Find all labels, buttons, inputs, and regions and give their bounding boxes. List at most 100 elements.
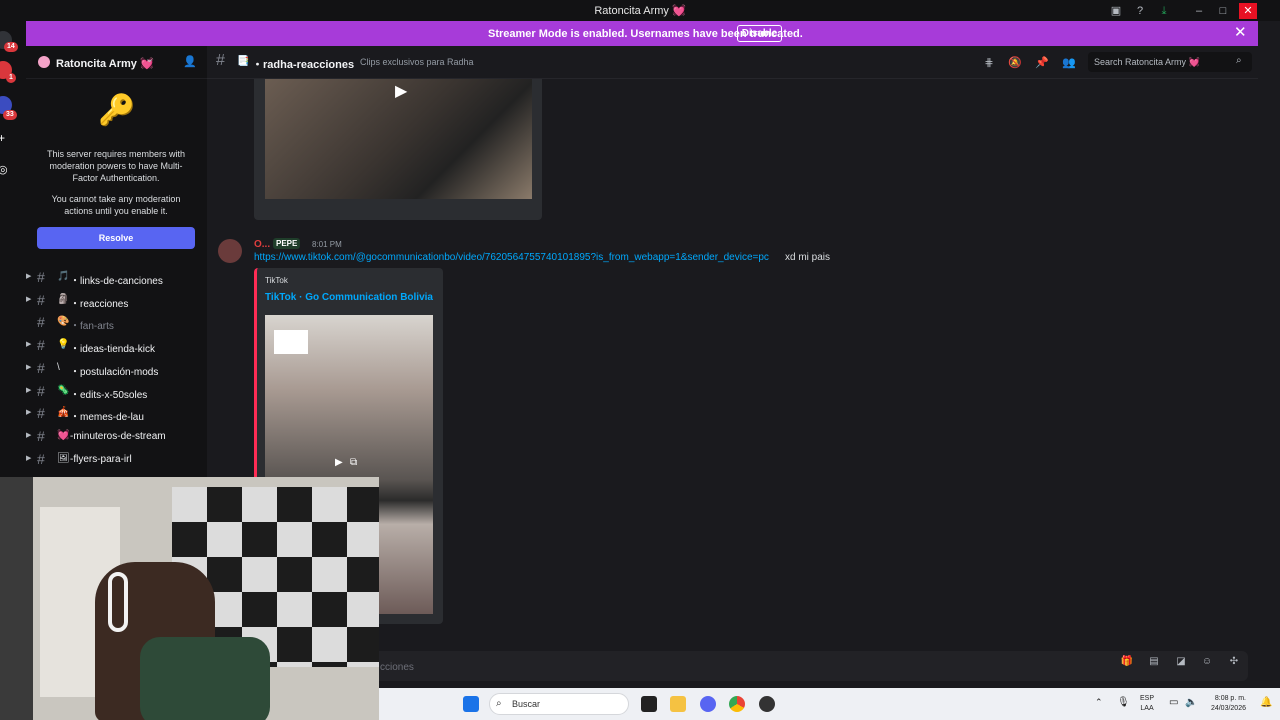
embed-provider: TikTok bbox=[265, 276, 288, 285]
chevron-down-icon[interactable]: ⌄ bbox=[145, 52, 154, 65]
message-input-placeholder: cciones bbox=[380, 662, 414, 673]
play-icon[interactable]: ▶ bbox=[395, 81, 407, 101]
channel-item[interactable]: ▶ # 💡 ・ideas-tienda-kick bbox=[26, 335, 207, 357]
channel-item[interactable]: ▶ # 🗿 ・reacciones bbox=[26, 290, 207, 312]
channel-label: ・edits-x-50soles bbox=[70, 389, 148, 401]
channel-emoji-icon: 🎪 bbox=[57, 407, 70, 419]
channel-emoji-icon: 💓 bbox=[57, 429, 70, 441]
window-title: Ratoncita Army 💓 bbox=[594, 5, 686, 17]
channel-emoji-icon: 💡 bbox=[57, 339, 70, 351]
channel-label: ・ideas-tienda-kick bbox=[70, 344, 156, 356]
expand-arrow-icon[interactable]: ▶ bbox=[26, 386, 31, 394]
window-titlebar: Ratoncita Army 💓 ▣ ? ⤓ – □ ✕ bbox=[0, 0, 1280, 21]
invite-people-icon[interactable]: 👤 bbox=[183, 55, 197, 68]
play-icon[interactable]: ▶ bbox=[335, 457, 343, 468]
hash-icon: # bbox=[37, 405, 45, 422]
taskbar-clock[interactable]: 8:08 p. m. 24/03/2026 bbox=[1206, 694, 1246, 714]
channel-emoji-icon: 🦠 bbox=[57, 384, 70, 396]
avatar[interactable] bbox=[218, 239, 242, 263]
disable-button[interactable]: Disable bbox=[737, 25, 782, 42]
brand-logo bbox=[274, 330, 308, 354]
microphone-icon[interactable]: 🎙 bbox=[1117, 697, 1130, 708]
expand-arrow-icon[interactable]: ▶ bbox=[26, 431, 31, 439]
message-author[interactable]: O... bbox=[254, 239, 270, 250]
close-window-icon[interactable]: ✕ bbox=[1239, 3, 1257, 19]
embed-title[interactable]: TikTok · Go Communication Bolivia bbox=[265, 292, 433, 303]
input-language[interactable]: ESP LAA bbox=[1140, 694, 1154, 714]
search-icon: ⌕ bbox=[496, 698, 502, 709]
key-icon: 🔑 bbox=[98, 94, 136, 127]
unread-badge: 1 bbox=[6, 73, 16, 83]
obs-icon[interactable] bbox=[759, 696, 775, 712]
server-header[interactable]: Ratoncita Army 💓 ⌄ 👤 bbox=[26, 46, 207, 79]
threads-icon[interactable]: ⋕ bbox=[981, 55, 997, 71]
minimize-icon[interactable]: – bbox=[1191, 3, 1207, 19]
explore-icon[interactable]: ◎ bbox=[0, 163, 8, 176]
windows-taskbar: ⌕ Buscar ⌃ 🎙 ESP LAA ▭ 🔈 8:08 p. m. 24/03/… bbox=[379, 688, 1280, 720]
discord-icon[interactable] bbox=[700, 696, 716, 712]
hash-icon: # bbox=[37, 450, 45, 467]
expand-arrow-icon[interactable]: ▶ bbox=[26, 363, 31, 371]
apps-icon[interactable]: ✣ bbox=[1227, 655, 1241, 669]
notification-bell-icon[interactable]: 🔕 bbox=[1007, 55, 1023, 71]
emoji-icon[interactable]: ☺ bbox=[1200, 655, 1214, 669]
channel-item[interactable]: ▶ # 🦠 ・edits-x-50soles bbox=[26, 381, 207, 403]
message-link[interactable]: https://www.tiktok.com/@gocommunicationb… bbox=[254, 252, 769, 263]
hash-icon: # bbox=[37, 382, 45, 399]
previous-video-embed: ▶ bbox=[254, 79, 542, 220]
resolve-button[interactable]: Resolve bbox=[37, 227, 195, 249]
message-time: 8:01 PM bbox=[312, 240, 342, 249]
role-tag: PEPE bbox=[273, 238, 301, 249]
webcam-edge bbox=[0, 477, 33, 720]
channel-topic[interactable]: Clips exclusivos para Radha bbox=[360, 57, 474, 67]
role-tag-label: PEPE bbox=[276, 239, 298, 248]
gif-icon[interactable]: ▤ bbox=[1147, 655, 1161, 669]
channel-emoji-icon: 🖼 bbox=[57, 452, 70, 464]
task-view-icon[interactable] bbox=[641, 696, 657, 712]
banner-close-icon[interactable]: ✕ bbox=[1234, 25, 1247, 41]
hash-icon: # bbox=[37, 427, 45, 444]
lang-line-1: ESP bbox=[1140, 695, 1155, 702]
expand-arrow-icon[interactable]: ▶ bbox=[26, 295, 31, 303]
channel-item[interactable]: # 🎨 ・fan-arts bbox=[26, 312, 207, 334]
mfa-subtext: You cannot take any moderation actions u… bbox=[51, 194, 181, 216]
server-avatar bbox=[38, 56, 50, 68]
message-text: xd mi pais bbox=[785, 252, 831, 263]
open-external-icon[interactable]: ⧉ bbox=[350, 457, 357, 468]
channel-item[interactable]: ▶ # 🎪 ・memes-de-lau bbox=[26, 403, 207, 425]
taskbar-search[interactable]: ⌕ Buscar bbox=[489, 693, 629, 715]
channel-item[interactable]: ▶ # 🎵 ・links-de-canciones bbox=[26, 267, 207, 289]
tray-chevron-icon[interactable]: ⌃ bbox=[1095, 697, 1103, 708]
volume-icon[interactable]: 🔈 bbox=[1185, 697, 1197, 708]
add-server-icon[interactable]: + bbox=[0, 131, 5, 145]
sticker-icon[interactable]: ◪ bbox=[1174, 655, 1188, 669]
search-icon: ⌕ bbox=[1236, 55, 1242, 66]
search-input[interactable]: Search Ratoncita Army 💓 ⌕ bbox=[1088, 52, 1252, 72]
network-icon[interactable]: ▭ bbox=[1169, 697, 1178, 708]
expand-arrow-icon[interactable]: ▶ bbox=[26, 272, 31, 280]
channel-item[interactable]: ▶ # 🖼 -flyers-para-irl bbox=[26, 449, 207, 471]
member-list-icon[interactable]: 👥 bbox=[1061, 55, 1077, 71]
expand-arrow-icon[interactable]: ▶ bbox=[26, 454, 31, 462]
gift-icon[interactable]: 🎁 bbox=[1120, 655, 1134, 669]
download-icon[interactable]: ⤓ bbox=[1156, 3, 1172, 19]
chrome-icon[interactable] bbox=[729, 696, 745, 712]
search-placeholder: Search Ratoncita Army 💓 bbox=[1094, 57, 1200, 67]
file-explorer-icon[interactable] bbox=[670, 696, 686, 712]
inbox-icon[interactable]: ▣ bbox=[1108, 3, 1124, 19]
expand-arrow-icon[interactable]: ▶ bbox=[26, 340, 31, 348]
notifications-icon[interactable]: 🔔 bbox=[1260, 697, 1272, 708]
channel-emoji-icon: 📑 bbox=[237, 56, 250, 67]
start-icon[interactable] bbox=[463, 696, 479, 712]
channel-label: ・postulación-mods bbox=[70, 366, 159, 378]
channel-label: -minuteros-de-stream bbox=[70, 430, 166, 442]
channel-item[interactable]: ▶ # 💓 -minuteros-de-stream bbox=[26, 426, 207, 448]
channel-label: ・links-de-canciones bbox=[70, 276, 163, 287]
help-icon[interactable]: ? bbox=[1132, 3, 1148, 19]
channel-name: ・radha-reacciones bbox=[252, 59, 355, 71]
pin-icon[interactable]: 📌 bbox=[1034, 55, 1050, 71]
channel-emoji-icon: 🎨 bbox=[57, 316, 70, 328]
channel-item[interactable]: ▶ # \ ・postulación-mods bbox=[26, 358, 207, 380]
expand-arrow-icon[interactable]: ▶ bbox=[26, 408, 31, 416]
maximize-icon[interactable]: □ bbox=[1215, 3, 1231, 19]
